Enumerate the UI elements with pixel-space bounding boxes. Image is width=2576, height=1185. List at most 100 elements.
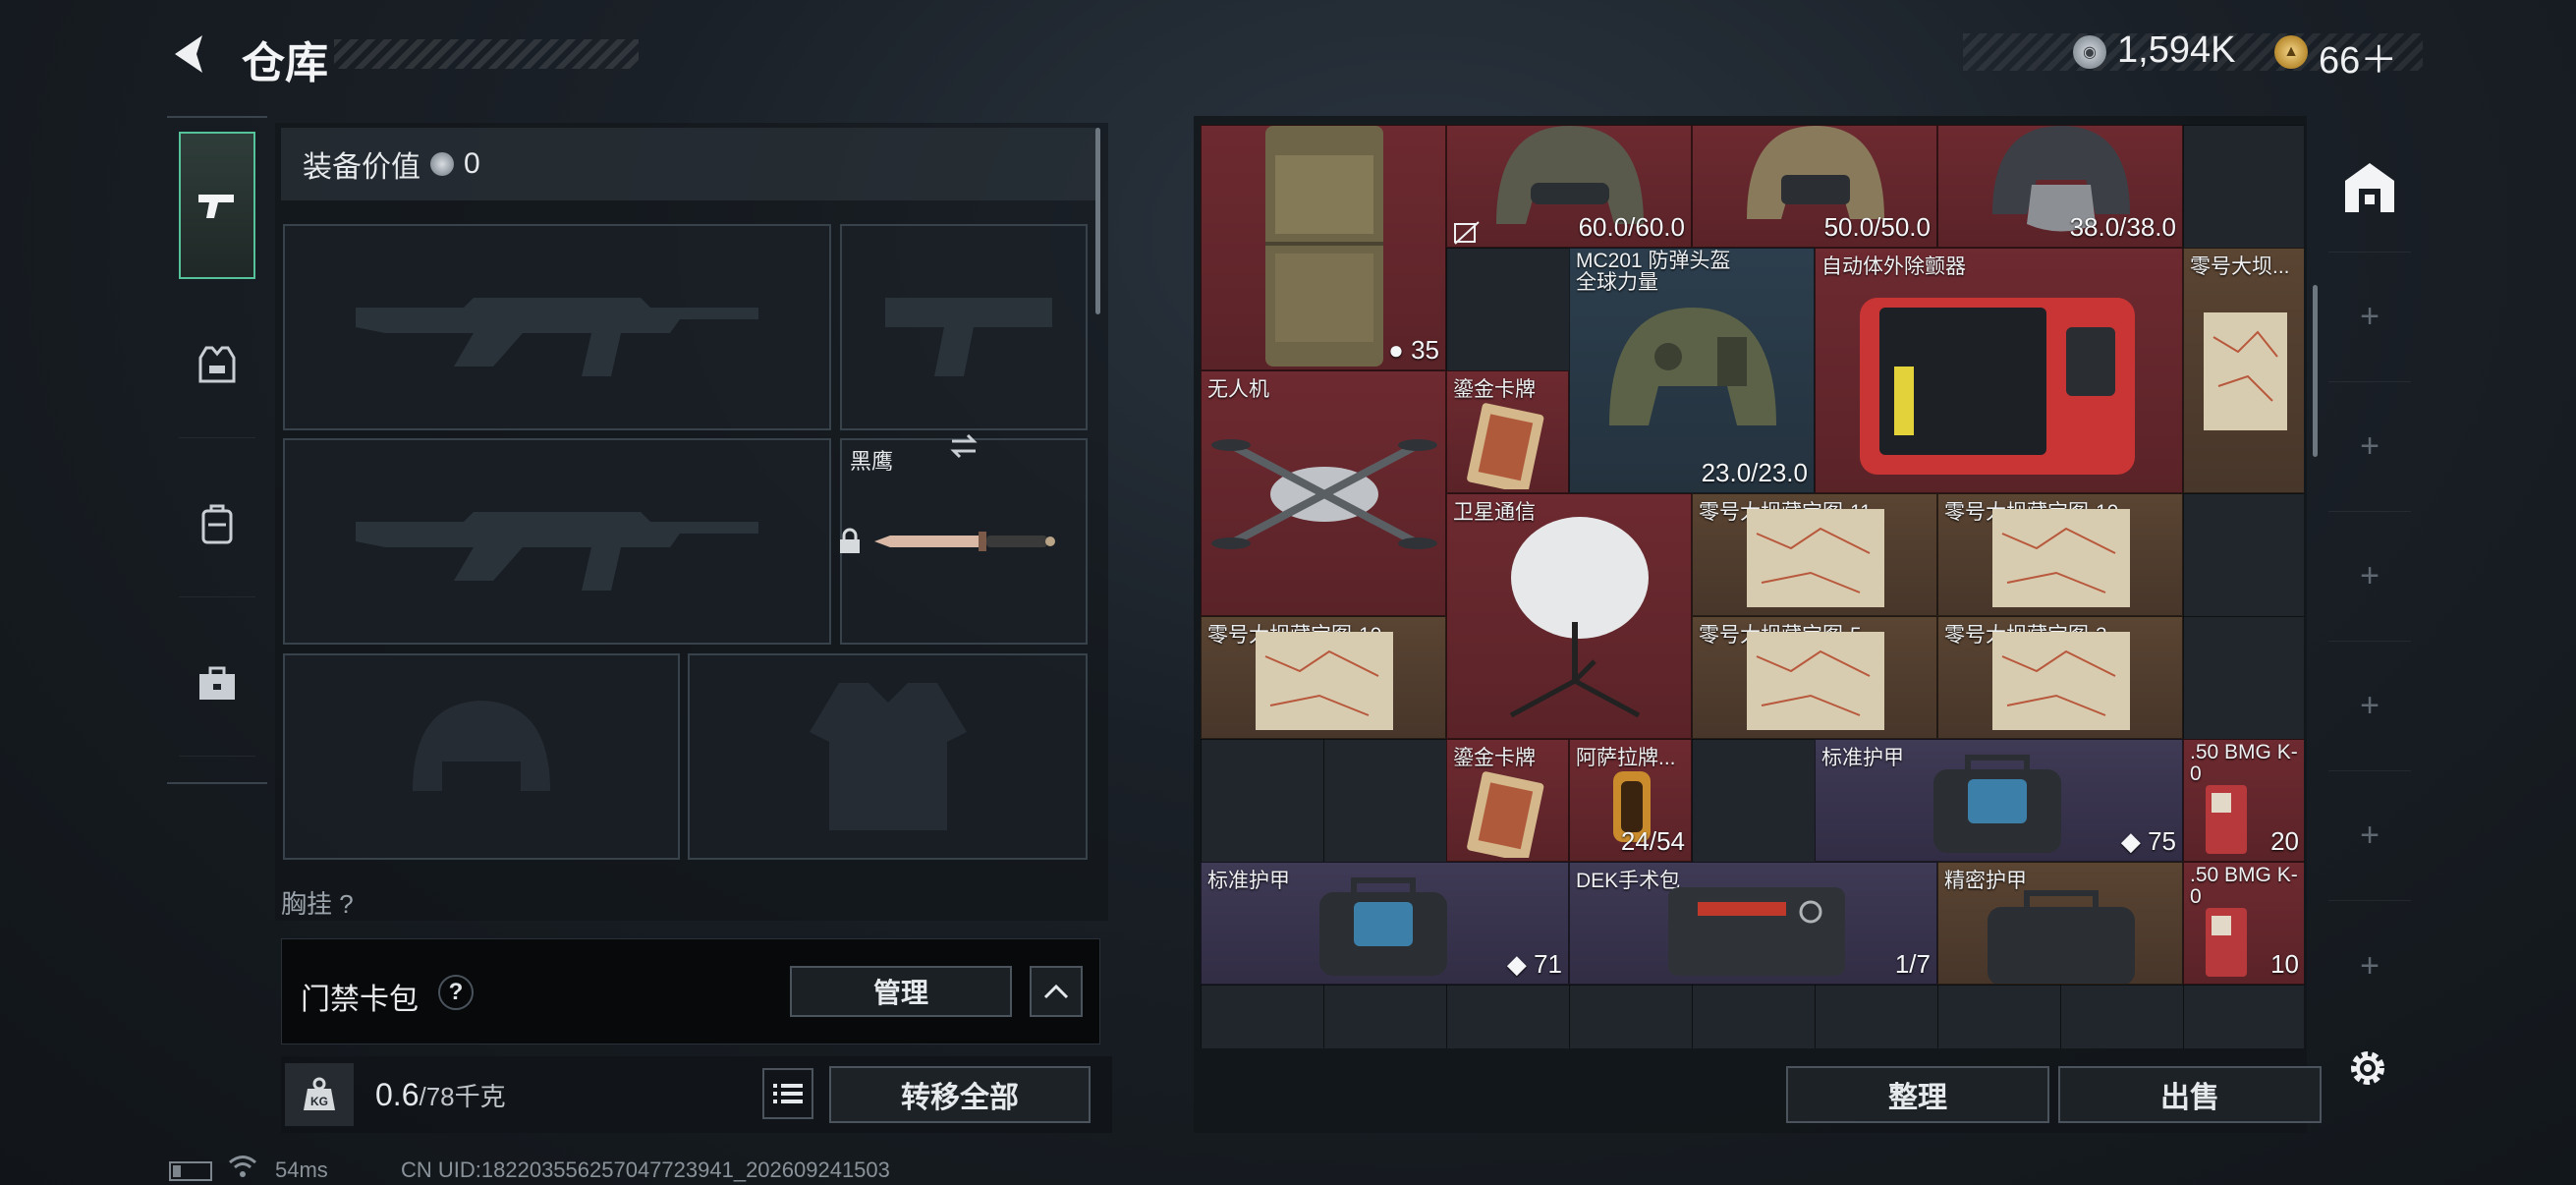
slot-pistol[interactable]: [840, 224, 1088, 430]
stash-page-main[interactable]: [2328, 123, 2411, 253]
treasure-map-icon: [1992, 632, 2130, 730]
kg-weight-icon: KG: [285, 1063, 354, 1126]
stash-item-bmg-ammo-1[interactable]: .50 BMG K-0 20: [2183, 739, 2304, 862]
chest-rig-help[interactable]: ?: [339, 889, 353, 919]
chest-rig-label-text: 胸挂: [281, 889, 333, 919]
item-name: 鎏金卡牌: [1453, 747, 1536, 769]
pistol-icon: [198, 195, 234, 218]
stash-icon: [2345, 162, 2394, 212]
item-count: 10: [2270, 949, 2299, 979]
gear-icon[interactable]: [2343, 1044, 2392, 1093]
stash-page-add-1[interactable]: +: [2328, 253, 2411, 382]
stash-item-helmet-3[interactable]: 38.0/38.0: [1937, 125, 2183, 248]
stash-item-gilded-card[interactable]: 鎏金卡牌: [1446, 370, 1569, 493]
equipment-scrollbar[interactable]: [1095, 128, 1100, 314]
item-uses: 24/54: [1620, 826, 1685, 856]
tab-case[interactable]: [179, 609, 255, 757]
user-id: CN UID:182203556257047723941_20260924150…: [401, 1157, 890, 1182]
melee-name: 黑鹰: [850, 449, 894, 474]
stash-item-helmet-2[interactable]: 50.0/50.0: [1692, 125, 1937, 248]
stash-item-drone[interactable]: 无人机: [1201, 370, 1446, 616]
shield-icon: ◆: [1506, 949, 1527, 979]
slot-helmet[interactable]: [283, 653, 680, 860]
add-icon: +: [2360, 298, 2380, 335]
slot-armor[interactable]: [688, 653, 1088, 860]
transfer-all-button[interactable]: 转移全部: [829, 1066, 1091, 1123]
stash-item-map-10a[interactable]: 零号大坝藏宝图-10: [1937, 493, 2183, 616]
item-armor-value: ◆ 71: [1506, 949, 1562, 979]
stash-page-add-6[interactable]: +: [2328, 901, 2411, 1031]
pistol-silhouette-icon: [885, 298, 1052, 376]
stash-grid: ● 35 60.0/60.0 50.0/50.0 38.0/38.0 MC201…: [1201, 125, 2304, 1048]
add-icon: +: [2360, 817, 2380, 854]
swap-icon[interactable]: [948, 432, 980, 460]
stash-item-map-11[interactable]: 零号大坝藏宝图-11: [1692, 493, 1937, 616]
list-view-button[interactable]: [762, 1068, 813, 1119]
equipment-category-rail: [167, 116, 267, 784]
bag-icon: ●: [1388, 335, 1404, 365]
stash-item-aed[interactable]: 自动体外除颤器: [1815, 248, 2183, 493]
card-icon: [1467, 403, 1544, 489]
item-name: 鎏金卡牌: [1453, 378, 1536, 401]
sell-button[interactable]: 出售: [2058, 1066, 2322, 1123]
stash-page-add-5[interactable]: +: [2328, 771, 2411, 901]
item-name: 无人机: [1207, 378, 1269, 401]
armor-bag-icon: [1988, 890, 2135, 984]
gold-coin-icon: ▲: [2274, 35, 2308, 69]
tab-gear[interactable]: [179, 291, 255, 438]
item-armor-value: ◆ 75: [2120, 826, 2176, 856]
back-arrow-icon[interactable]: [167, 29, 216, 79]
weight-capacity: /78千克: [419, 1082, 506, 1111]
add-icon: +: [2360, 687, 2380, 724]
tab-backpack[interactable]: [179, 450, 255, 597]
stash-page-add-2[interactable]: +: [2328, 382, 2411, 512]
add-icon: +: [2360, 946, 2380, 985]
sort-button[interactable]: 整理: [1786, 1066, 2049, 1123]
stash-item-gilded-card-2[interactable]: 鎏金卡牌: [1446, 739, 1569, 862]
stash-item-satcom[interactable]: 卫星通信: [1446, 493, 1692, 739]
helmet-icon: [1609, 308, 1776, 425]
item-name: 自动体外除颤器: [1821, 255, 1966, 278]
rig-icon: [1265, 126, 1383, 367]
item-uses: 1/7: [1894, 949, 1931, 979]
stash-item-standard-armor-1[interactable]: 标准护甲 ◆ 75: [1815, 739, 2183, 862]
manage-button[interactable]: 管理: [790, 966, 1012, 1017]
treasure-map-icon: [2204, 312, 2287, 430]
collapse-button[interactable]: [1030, 966, 1083, 1017]
stash-page-add-3[interactable]: +: [2328, 512, 2411, 642]
vest-icon: [198, 346, 236, 382]
equipment-value-label: 装备价值: [303, 151, 420, 184]
stash-item-map-3[interactable]: 零号大坝藏宝图-3: [1937, 616, 2183, 739]
slot-secondary-weapon[interactable]: [283, 438, 831, 645]
stash-scrollbar[interactable]: [2313, 285, 2318, 457]
item-name: 零号大坝...: [2190, 255, 2290, 278]
item-name: 标准护甲: [1821, 747, 1904, 769]
helmet-silhouette-icon: [413, 701, 550, 791]
ammo-box-icon: [2206, 785, 2247, 854]
stash-item-rig[interactable]: ● 35: [1201, 125, 1446, 370]
slot-melee[interactable]: 黑鹰: [840, 433, 1088, 645]
wifi-icon: [229, 1156, 256, 1177]
stash-item-dek-surgery-kit[interactable]: DEK手术包 1/7: [1569, 862, 1937, 985]
armor-bag-icon: [1319, 877, 1447, 976]
stash-item-map-top[interactable]: 零号大坝...: [2183, 248, 2304, 493]
stash-page-rail: + + + + + +: [2328, 123, 2411, 1066]
stash-item-precise-armor[interactable]: 精密护甲: [1937, 862, 2183, 985]
stash-item-helmet-1[interactable]: 60.0/60.0: [1446, 125, 1692, 248]
gold-amount[interactable]: 66＋: [2319, 29, 2397, 84]
stash-item-map-10b[interactable]: 零号大坝藏宝图-10: [1201, 616, 1446, 739]
stash-item-standard-armor-2[interactable]: 标准护甲 ◆ 71: [1201, 862, 1569, 985]
chest-rig-label: 胸挂 ?: [281, 884, 354, 921]
equipment-value-amount: 0: [464, 147, 480, 180]
stash-item-bmg-ammo-2[interactable]: .50 BMG K-0 10: [2183, 862, 2304, 985]
slot-primary-weapon[interactable]: [283, 224, 831, 430]
treasure-map-icon: [1747, 509, 1884, 607]
tab-weapons[interactable]: [179, 132, 255, 279]
stash-page-add-4[interactable]: +: [2328, 642, 2411, 771]
stash-item-mc201-helmet[interactable]: MC201 防弹头盔 全球力量 23.0/23.0: [1569, 248, 1815, 493]
stash-item-ahsarah-card[interactable]: 阿萨拉牌... 24/54: [1569, 739, 1692, 862]
stash-item-map-5[interactable]: 零号大坝藏宝图-5: [1692, 616, 1937, 739]
title-decoration: [334, 39, 639, 69]
shield-icon: ◆: [2120, 826, 2141, 856]
keycard-help-button[interactable]: ?: [438, 975, 474, 1010]
